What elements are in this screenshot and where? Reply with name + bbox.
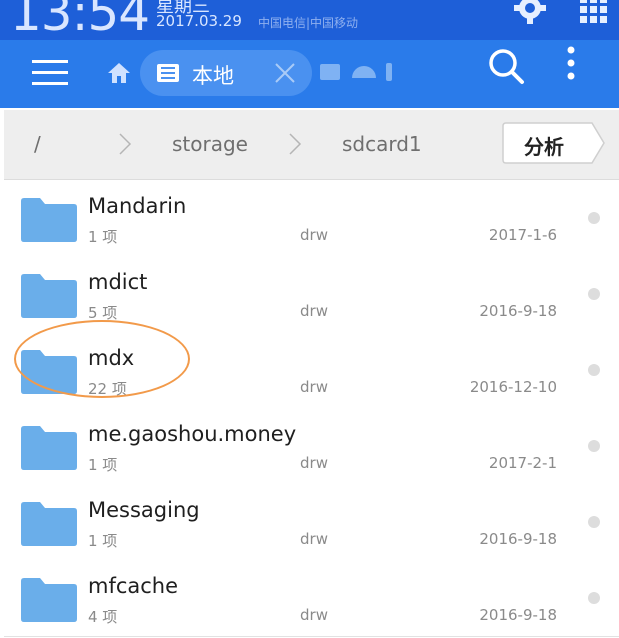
file-name: mdict: [88, 270, 148, 294]
breadcrumb: / storage sdcard1 分析: [4, 110, 619, 180]
more-vertical-icon[interactable]: [564, 44, 578, 84]
file-count: 1 项: [88, 228, 118, 246]
status-date: 2017.03.29: [156, 12, 242, 30]
home-icon[interactable]: [106, 60, 132, 86]
file-name: mdx: [88, 346, 135, 370]
select-dot-icon[interactable]: [588, 364, 600, 376]
select-dot-icon[interactable]: [588, 516, 600, 528]
file-permissions: drw: [300, 302, 328, 320]
breadcrumb-sdcard1[interactable]: sdcard1: [342, 132, 422, 156]
status-carrier: 中国电信|中国移动: [258, 16, 359, 30]
search-icon[interactable]: [486, 46, 526, 86]
file-name: mfcache: [88, 574, 179, 598]
list-item[interactable]: Mandarin 1 项 drw 2017-1-6: [4, 180, 619, 257]
file-name: me.gaoshou.money: [88, 422, 297, 446]
folder-icon: [21, 502, 77, 546]
file-count: 4 项: [88, 608, 118, 626]
file-count: 1 项: [88, 456, 118, 474]
file-date: 2017-1-6: [488, 226, 557, 244]
folder-icon: [21, 350, 77, 394]
folder-icon: [21, 198, 77, 242]
status-bar: 13:54 星期三 2017.03.29 中国电信|中国移动: [0, 0, 619, 40]
analyze-button-label: 分析: [524, 135, 564, 159]
book-icon: [157, 64, 179, 82]
list-item[interactable]: Messaging 1 项 drw 2016-9-18: [4, 484, 619, 561]
select-dot-icon[interactable]: [588, 440, 600, 452]
chevron-right-icon: [289, 133, 302, 155]
list-item[interactable]: me.gaoshou.money 1 项 drw 2017-2-1: [4, 408, 619, 485]
app-grid-icon: [580, 0, 607, 23]
folder-icon: [21, 426, 77, 470]
analyze-button[interactable]: 分析: [502, 122, 606, 164]
tab-local[interactable]: 本地: [140, 50, 312, 96]
breadcrumb-root[interactable]: /: [34, 132, 41, 156]
file-date: 2016-12-10: [469, 378, 557, 396]
gear-icon: [514, 0, 546, 24]
file-date: 2016-9-18: [479, 530, 557, 548]
file-name: Messaging: [88, 498, 200, 522]
top-toolbar: 本地: [0, 40, 619, 108]
folder-icon: [21, 274, 77, 318]
hamburger-menu-icon[interactable]: [32, 54, 70, 90]
select-dot-icon[interactable]: [588, 288, 600, 300]
tab-local-label: 本地: [192, 64, 234, 88]
file-count: 22 项: [88, 380, 127, 398]
file-permissions: drw: [300, 226, 328, 244]
other-tabs-icons[interactable]: [320, 58, 410, 88]
file-name: Mandarin: [88, 194, 187, 218]
select-dot-icon[interactable]: [588, 212, 600, 224]
list-item[interactable]: mdict 5 项 drw 2016-9-18: [4, 256, 619, 333]
file-date: 2016-9-18: [479, 302, 557, 320]
file-count: 1 项: [88, 532, 118, 550]
file-permissions: drw: [300, 378, 328, 396]
file-permissions: drw: [300, 606, 328, 624]
list-item[interactable]: mfcache 4 项 drw 2016-9-18: [4, 560, 619, 637]
list-item[interactable]: mdx 22 项 drw 2016-12-10: [4, 332, 619, 409]
file-permissions: drw: [300, 530, 328, 548]
close-icon[interactable]: [272, 60, 298, 86]
file-permissions: drw: [300, 454, 328, 472]
chevron-right-icon: [119, 133, 132, 155]
file-date: 2016-9-18: [479, 606, 557, 624]
status-time: 13:54: [10, 0, 150, 40]
select-dot-icon[interactable]: [588, 592, 600, 604]
file-count: 5 项: [88, 304, 118, 322]
file-date: 2017-2-1: [488, 454, 557, 472]
folder-icon: [21, 578, 77, 622]
breadcrumb-storage[interactable]: storage: [172, 132, 248, 156]
